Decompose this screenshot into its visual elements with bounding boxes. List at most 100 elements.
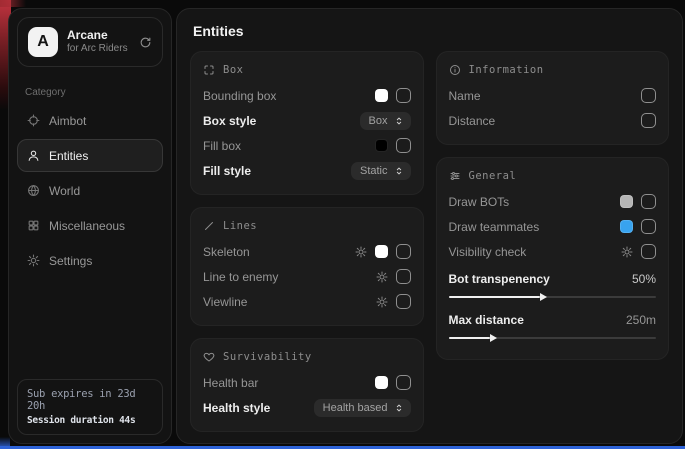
sidebar-item-world[interactable]: World xyxy=(17,174,163,207)
survivability-card-title: Survivability xyxy=(223,351,312,363)
distance-checkbox[interactable] xyxy=(641,113,656,128)
sidebar-item-miscellaneous[interactable]: Miscellaneous xyxy=(17,209,163,242)
general-card-header: General xyxy=(449,170,657,182)
information-card-title: Information xyxy=(469,64,544,76)
slider-fill xyxy=(449,337,491,339)
line-to-enemy-settings-gear-icon[interactable] xyxy=(376,271,388,283)
main-panel: Entities Box Bounding box xyxy=(176,8,683,444)
entity-icon xyxy=(27,149,40,162)
draw-teammates-row: Draw teammates xyxy=(449,215,657,238)
health-style-dropdown[interactable]: Health based xyxy=(314,399,411,417)
line-icon xyxy=(203,220,215,232)
sidebar-item-aimbot[interactable]: Aimbot xyxy=(17,104,163,137)
health-style-label: Health style xyxy=(203,401,270,415)
sub-expiry-text: Sub expires in 23d 20h xyxy=(27,388,153,412)
skeleton-checkbox[interactable] xyxy=(396,244,411,259)
information-card: Information Name Distance xyxy=(436,51,670,145)
bounding-box-checkbox[interactable] xyxy=(396,88,411,103)
skeleton-color-swatch[interactable] xyxy=(375,245,388,258)
lines-card: Lines Skeleton Line to enemy xyxy=(190,207,424,326)
general-card: General Draw BOTs Draw teammates xyxy=(436,157,670,360)
line-to-enemy-row: Line to enemy xyxy=(203,265,411,288)
info-icon xyxy=(449,64,461,76)
sidebar-item-label: Settings xyxy=(49,254,92,268)
sidebar: A Arcane for Arc Riders Category Aimbot … xyxy=(8,8,172,444)
draw-bots-color-swatch[interactable] xyxy=(620,195,633,208)
viewline-row: Viewline xyxy=(203,290,411,313)
viewline-checkbox[interactable] xyxy=(396,294,411,309)
fill-style-row: Fill style Static xyxy=(203,159,411,182)
box-card: Box Bounding box Box style Box xyxy=(190,51,424,195)
survivability-card: Survivability Health bar Health style He… xyxy=(190,338,424,432)
fill-style-dropdown[interactable]: Static xyxy=(351,162,411,180)
visibility-check-checkbox[interactable] xyxy=(641,244,656,259)
visibility-check-row: Visibility check xyxy=(449,240,657,263)
visibility-check-settings-gear-icon[interactable] xyxy=(621,246,633,258)
fill-style-label: Fill style xyxy=(203,164,251,178)
heart-icon xyxy=(203,351,215,363)
max-distance-label: Max distance xyxy=(449,313,524,327)
sidebar-nav: Aimbot Entities World Miscellaneous Sett… xyxy=(9,102,171,279)
sidebar-item-settings[interactable]: Settings xyxy=(17,244,163,277)
line-to-enemy-label: Line to enemy xyxy=(203,270,278,284)
draw-teammates-label: Draw teammates xyxy=(449,220,540,234)
skeleton-row: Skeleton xyxy=(203,240,411,263)
session-duration-text: Session duration 44s xyxy=(27,415,153,426)
fill-box-color-swatch[interactable] xyxy=(375,139,388,152)
bounding-box-color-swatch[interactable] xyxy=(375,89,388,102)
visibility-check-label: Visibility check xyxy=(449,245,527,259)
refresh-icon[interactable] xyxy=(139,36,152,49)
name-checkbox[interactable] xyxy=(641,88,656,103)
background-red-accent-top xyxy=(0,0,26,7)
draw-bots-checkbox[interactable] xyxy=(641,194,656,209)
sidebar-item-label: Entities xyxy=(49,149,88,163)
health-bar-color-swatch[interactable] xyxy=(375,376,388,389)
box-card-header: Box xyxy=(203,64,411,76)
bounding-box-label: Bounding box xyxy=(203,89,276,103)
box-style-value: Box xyxy=(369,115,388,127)
grid-icon xyxy=(27,219,40,232)
skeleton-settings-gear-icon[interactable] xyxy=(355,246,367,258)
draw-teammates-color-swatch[interactable] xyxy=(620,220,633,233)
sidebar-item-entities[interactable]: Entities xyxy=(17,139,163,172)
box-style-dropdown[interactable]: Box xyxy=(360,112,411,130)
max-distance-slider[interactable] xyxy=(449,333,657,343)
line-to-enemy-checkbox[interactable] xyxy=(396,269,411,284)
skeleton-label: Skeleton xyxy=(203,245,250,259)
draw-bots-row: Draw BOTs xyxy=(449,190,657,213)
sidebar-item-label: World xyxy=(49,184,80,198)
box-style-row: Box style Box xyxy=(203,109,411,132)
fill-style-value: Static xyxy=(360,165,388,177)
fill-box-label: Fill box xyxy=(203,139,241,153)
slider-fill xyxy=(449,296,540,298)
fill-box-checkbox[interactable] xyxy=(396,138,411,153)
health-style-value: Health based xyxy=(323,402,388,414)
brand-subtitle: for Arc Riders xyxy=(67,43,128,56)
draw-teammates-checkbox[interactable] xyxy=(641,219,656,234)
max-distance-value: 250m xyxy=(626,313,656,327)
bot-transparency-row: Bot transpenency 50% xyxy=(449,267,657,290)
settings-columns: Box Bounding box Box style Box xyxy=(177,49,682,444)
viewline-settings-gear-icon[interactable] xyxy=(376,296,388,308)
sidebar-item-label: Miscellaneous xyxy=(49,219,125,233)
brand-text: Arcane for Arc Riders xyxy=(67,28,128,56)
health-style-row: Health style Health based xyxy=(203,396,411,419)
globe-icon xyxy=(27,184,40,197)
left-column: Box Bounding box Box style Box xyxy=(190,51,424,444)
general-card-title: General xyxy=(469,170,517,182)
crosshair-icon xyxy=(27,114,40,127)
lines-card-header: Lines xyxy=(203,220,411,232)
viewline-label: Viewline xyxy=(203,295,247,309)
name-row: Name xyxy=(449,84,657,107)
information-card-header: Information xyxy=(449,64,657,76)
brand-name: Arcane xyxy=(67,28,128,43)
fill-box-row: Fill box xyxy=(203,134,411,157)
background-blue-corner xyxy=(0,437,10,449)
health-bar-checkbox[interactable] xyxy=(396,375,411,390)
profile-card: A Arcane for Arc Riders xyxy=(17,17,163,67)
gear-icon xyxy=(27,254,40,267)
bot-transparency-slider[interactable] xyxy=(449,292,657,302)
bot-transparency-label: Bot transpenency xyxy=(449,272,550,286)
page-title: Entities xyxy=(177,9,682,49)
draw-bots-label: Draw BOTs xyxy=(449,195,510,209)
